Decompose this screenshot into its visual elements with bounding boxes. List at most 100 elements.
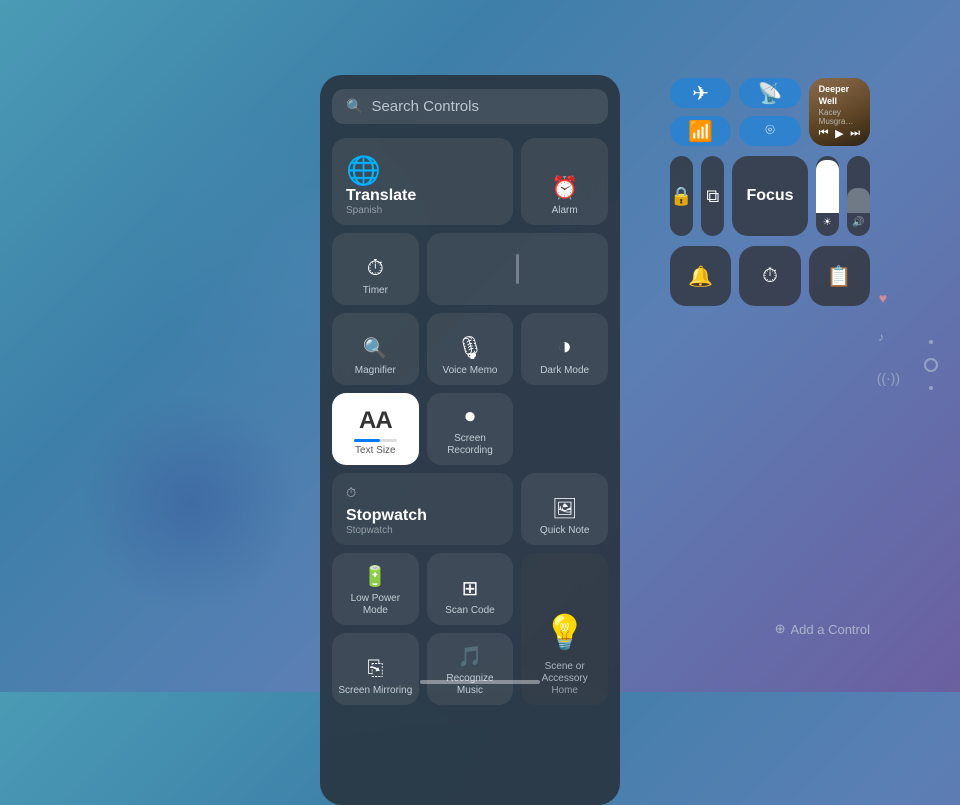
translate-label: Translate [346, 187, 416, 205]
add-control-button[interactable]: ⊕ Add a Control [775, 621, 870, 637]
add-control-label: Add a Control [791, 622, 871, 637]
screen-recording-label: Screen Recording [433, 433, 508, 457]
dark-mode-control[interactable]: ◑ Dark Mode [521, 313, 608, 385]
screen-mirroring-label: Screen Mirroring [338, 685, 412, 697]
airplane-icon: ✈ [692, 81, 709, 106]
side-dot-2 [929, 386, 933, 390]
volume-icon: 🔊 [852, 217, 864, 228]
recognize-music-icon: 🎵 [458, 644, 483, 669]
now-playing-card[interactable]: Deeper Well Kacey Musgra… ⏮ ▶ ⏭ [809, 78, 870, 146]
stopwatch-dot-icon: ⏱ [346, 485, 356, 501]
alarm-control[interactable]: ⏰ Alarm [521, 138, 608, 225]
lock-rotation-button[interactable]: 🔒 [670, 156, 693, 236]
mute-button[interactable]: 🔔 [670, 246, 731, 306]
timer-right-icon: ⏱ [762, 265, 778, 288]
bluetooth-icon: ⌾ [765, 122, 775, 140]
connectivity-col2: 📡 ⌾ [739, 78, 800, 146]
dark-mode-icon: ◑ [557, 333, 572, 361]
empty-cell [332, 713, 419, 785]
low-power-mode-icon: 🔋 [363, 564, 388, 589]
screen-recording-icon: ⏺ [465, 406, 475, 429]
alarm-icon: ⏰ [551, 175, 578, 201]
timer-control[interactable]: ⏱ Timer [332, 233, 419, 305]
text-size-bar-fill [354, 439, 379, 442]
stopwatch-control[interactable]: ⏱ Stopwatch Stopwatch [332, 473, 513, 545]
magnifier-icon: 🔍 [363, 336, 388, 361]
playback-controls: ⏮ ▶ ⏭ [819, 127, 860, 140]
home-label: Home [527, 685, 602, 697]
timer-icon: ⏱ [367, 255, 384, 281]
screen-mirroring-control[interactable]: ⎘ Screen Mirroring [332, 633, 419, 705]
search-bar[interactable]: 🔍 Search Controls [332, 89, 608, 124]
low-power-mode-control[interactable]: 🔋 Low Power Mode [332, 553, 419, 625]
screen-recording-control[interactable]: ⏺ Screen Recording [427, 393, 514, 465]
add-control-icon: ⊕ [775, 621, 786, 637]
volume-fill [847, 188, 870, 213]
bottom-controls-row: 🔔 ⏱ 📋 [670, 246, 870, 306]
low-power-mode-label: Low Power Mode [338, 593, 413, 617]
play-button[interactable]: ▶ [835, 127, 843, 140]
text-size-aa: AA [359, 407, 392, 435]
connectivity-col1: ✈ 📶 [670, 78, 731, 146]
music-note-icon: ♪ [878, 330, 884, 344]
magnifier-label: Magnifier [355, 365, 396, 377]
mute-icon: 🔔 [688, 264, 713, 289]
text-size-label: Text Size [355, 445, 396, 457]
dark-mode-label: Dark Mode [540, 365, 589, 377]
lock-rotation-icon: 🔒 [670, 186, 692, 207]
brightness-fill [816, 160, 839, 213]
scan-code-control[interactable]: ⊞ Scan Code [427, 553, 514, 625]
airdrop-icon: 📡 [758, 81, 783, 106]
timer-label: Timer [363, 285, 388, 297]
search-input-placeholder[interactable]: Search Controls [371, 98, 479, 115]
bluetooth-button[interactable]: ⌾ [739, 116, 800, 146]
search-controls-panel: 🔍 Search Controls 🌐 Translate Spanish ⏰ … [320, 75, 620, 805]
voice-memo-control[interactable]: 🎙 Voice Memo [427, 313, 514, 385]
magnifier-control[interactable]: 🔍 Magnifier [332, 313, 419, 385]
connectivity-row: ✈ 📶 📡 ⌾ Deeper Well Kacey Musgra… [670, 78, 870, 146]
text-size-bar [354, 439, 396, 442]
recognize-music-control[interactable]: 🎵 Recognize Music [427, 633, 514, 705]
wifi-button[interactable]: 📶 [670, 116, 731, 146]
search-icon: 🔍 [346, 98, 363, 115]
translate-sublabel: Spanish [346, 205, 416, 217]
focus-row: 🔒 ⧉ Focus ☀ 🔊 [670, 156, 870, 236]
stopwatch-sublabel: Stopwatch [346, 525, 427, 537]
now-playing-title: Deeper Well [819, 84, 860, 107]
volume-slider[interactable]: 🔊 [847, 156, 870, 236]
side-dot-1 [929, 340, 933, 344]
side-indicators [924, 340, 938, 390]
rewind-button[interactable]: ⏮ [819, 127, 829, 140]
stopwatch-label: Stopwatch [346, 507, 427, 525]
translate-slider [427, 233, 608, 305]
scan-code-icon: ⊞ [462, 576, 479, 601]
quick-note-label: Quick Note [540, 525, 589, 537]
notes-icon: 📋 [827, 264, 852, 289]
brightness-icon: ☀ [823, 217, 832, 228]
screen-mirror-icon: ⧉ [706, 186, 719, 207]
airplane-mode-button[interactable]: ✈ [670, 78, 731, 108]
screen-mirroring-icon: ⎘ [367, 658, 383, 681]
bg-blob-1 [80, 392, 300, 612]
timer-right-button[interactable]: ⏱ [739, 246, 800, 306]
recognize-music-label: Recognize Music [433, 673, 508, 697]
home-indicator [420, 680, 540, 684]
quick-note-control[interactable]: 🖼 Quick Note [521, 473, 608, 545]
home-bulb-icon: 💡 [543, 613, 585, 653]
scan-code-label: Scan Code [445, 605, 494, 617]
text-size-control[interactable]: AA Text Size [332, 393, 419, 465]
screen-mirror-button[interactable]: ⧉ [701, 156, 724, 236]
translate-control[interactable]: 🌐 Translate Spanish [332, 138, 513, 225]
airdrop-button[interactable]: 📡 [739, 78, 800, 108]
fast-forward-button[interactable]: ⏭ [850, 127, 860, 140]
now-playing-content: Deeper Well Kacey Musgra… [819, 84, 860, 127]
right-panel: ✈ 📶 📡 ⌾ Deeper Well Kacey Musgra… [670, 78, 870, 306]
controls-grid: 🌐 Translate Spanish ⏰ Alarm ⏱ Timer 🔍 Ma… [332, 138, 608, 785]
focus-button[interactable]: Focus [732, 156, 807, 236]
alarm-label: Alarm [552, 205, 578, 217]
wifi-icon: 📶 [688, 119, 713, 144]
side-circle [924, 358, 938, 372]
voice-memo-icon: 🎙 [456, 335, 484, 361]
brightness-slider[interactable]: ☀ [816, 156, 839, 236]
notes-button[interactable]: 📋 [809, 246, 870, 306]
